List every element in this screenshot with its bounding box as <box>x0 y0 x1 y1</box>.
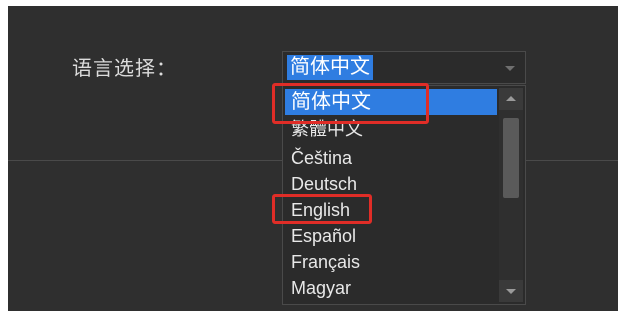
language-select[interactable]: 简体中文 <box>282 51 526 84</box>
scroll-down-button[interactable] <box>499 280 523 302</box>
language-select-value: 简体中文 <box>287 55 373 80</box>
option-hungarian[interactable]: Magyar <box>285 275 497 301</box>
option-spanish[interactable]: Español <box>285 223 497 249</box>
language-label: 语言选择： <box>72 58 177 80</box>
dropdown-scrollbar[interactable] <box>499 88 523 302</box>
option-french[interactable]: Français <box>285 249 497 275</box>
scroll-up-button[interactable] <box>499 88 523 110</box>
option-english[interactable]: English <box>285 197 497 223</box>
chevron-down-icon <box>506 289 516 294</box>
settings-panel: 语言选择： 简体中文 简体中文 繁體中文 Čeština Deutsch Eng… <box>8 6 618 311</box>
option-traditional-chinese[interactable]: 繁體中文 <box>285 118 497 144</box>
option-german[interactable]: Deutsch <box>285 171 497 197</box>
language-dropdown-list: 简体中文 繁體中文 Čeština Deutsch English Españo… <box>282 85 526 305</box>
scrollbar-thumb[interactable] <box>503 118 519 198</box>
chevron-up-icon <box>506 96 516 101</box>
option-czech[interactable]: Čeština <box>285 145 497 171</box>
option-simplified-chinese[interactable]: 简体中文 <box>285 89 497 115</box>
chevron-down-icon[interactable] <box>505 66 515 71</box>
